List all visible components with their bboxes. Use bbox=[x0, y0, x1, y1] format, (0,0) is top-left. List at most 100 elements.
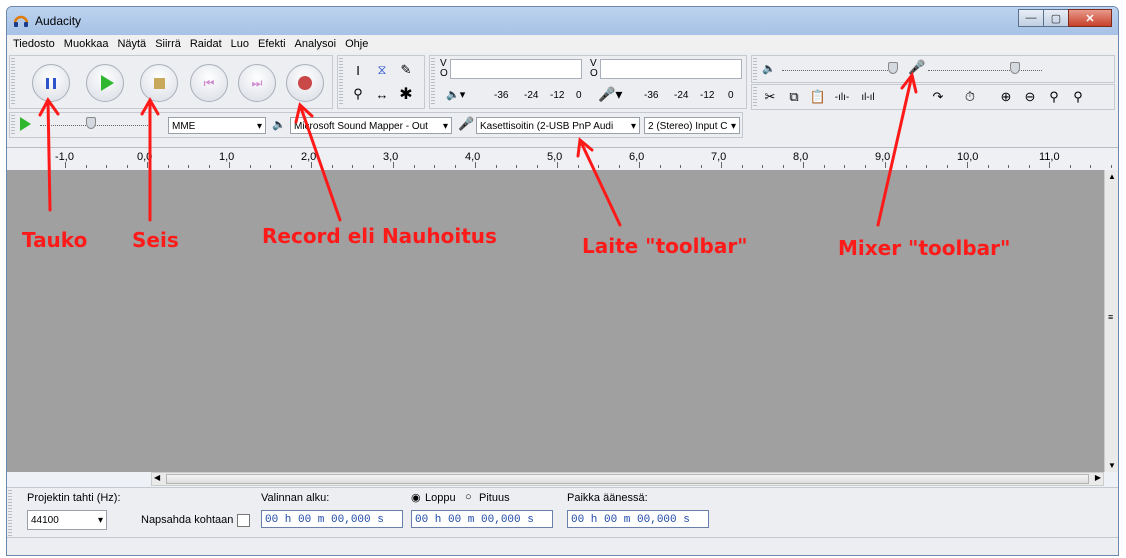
selection-start-label: Valinnan alku: bbox=[261, 492, 330, 504]
menu-tiedosto[interactable]: Tiedosto bbox=[13, 38, 55, 50]
audio-position-label: Paikka äänessä: bbox=[567, 492, 648, 504]
audio-host-select[interactable]: MME bbox=[168, 117, 266, 134]
copy-icon[interactable]: ⧉ bbox=[784, 87, 804, 107]
menu-efekti[interactable]: Efekti bbox=[258, 38, 286, 50]
menu-ohje[interactable]: Ohje bbox=[345, 38, 368, 50]
ruler-tick bbox=[536, 165, 538, 168]
zoom-out-icon[interactable]: ⊖ bbox=[1020, 87, 1040, 107]
meter-toolbar: V O V O 🔈▾ -36 -24 -12 0 🎤▾ -36 -24 -12 … bbox=[429, 55, 747, 109]
toolbar-grip[interactable] bbox=[339, 58, 343, 106]
fit-selection-icon[interactable]: ⚲ bbox=[1044, 87, 1064, 107]
scroll-up-icon[interactable]: ▲ bbox=[1108, 172, 1116, 181]
output-volume-slider[interactable] bbox=[782, 70, 896, 71]
maximize-button[interactable]: ▢ bbox=[1043, 9, 1069, 27]
toolbar-grip[interactable] bbox=[11, 58, 15, 106]
snap-to-checkbox[interactable] bbox=[237, 514, 250, 527]
stop-button[interactable] bbox=[140, 64, 178, 102]
meter-scale-12: -12 bbox=[550, 90, 565, 101]
track-area[interactable] bbox=[7, 170, 1104, 472]
ruler-tick bbox=[475, 162, 476, 168]
ruler-tick bbox=[249, 165, 251, 168]
vertical-scrollbar[interactable]: ▲ ≡ ▼ bbox=[1104, 170, 1118, 472]
fit-project-icon[interactable]: ⚲ bbox=[1068, 87, 1088, 107]
device-toolbar: MME 🔈 Microsoft Sound Mapper - Out 🎤 Kas… bbox=[9, 112, 743, 138]
audacity-app-icon bbox=[13, 15, 29, 27]
input-volume-thumb[interactable] bbox=[1010, 62, 1020, 74]
scroll-down-icon[interactable]: ▼ bbox=[1108, 461, 1116, 470]
cut-icon[interactable]: ✂ bbox=[760, 87, 780, 107]
ruler-tick bbox=[659, 165, 661, 168]
play-button[interactable] bbox=[86, 64, 124, 102]
silence-icon[interactable]: ıl-ıl bbox=[858, 87, 878, 107]
ruler-tick bbox=[147, 162, 148, 168]
project-rate-label: Projektin tahti (Hz): bbox=[27, 492, 121, 504]
status-bar bbox=[7, 537, 1118, 555]
sync-lock-icon[interactable]: ⏱ bbox=[960, 87, 980, 107]
horizontal-scroll-thumb[interactable] bbox=[166, 474, 1089, 484]
toolbar-grip[interactable] bbox=[11, 115, 15, 135]
speaker-icon[interactable]: 🔈▾ bbox=[446, 88, 465, 101]
scroll-left-icon[interactable]: ◀ bbox=[154, 473, 160, 482]
menu-raidat[interactable]: Raidat bbox=[190, 38, 222, 50]
skip-start-button[interactable]: ⏮ bbox=[190, 64, 228, 102]
pause-icon bbox=[46, 77, 56, 89]
skip-end-button[interactable]: ⏭ bbox=[238, 64, 276, 102]
ruler-tick bbox=[393, 162, 394, 168]
ruler-tick bbox=[413, 165, 415, 168]
ruler-tick bbox=[987, 165, 989, 168]
toolbar-grip[interactable] bbox=[431, 58, 435, 106]
menu-siirra[interactable]: Siirrä bbox=[155, 38, 181, 50]
selection-tool-icon[interactable]: I bbox=[348, 60, 368, 80]
ruler-tick-label: 0,0 bbox=[137, 151, 153, 163]
microphone-icon[interactable]: 🎤▾ bbox=[598, 86, 622, 103]
multi-tool-icon[interactable]: ✱ bbox=[396, 84, 416, 104]
input-device-select[interactable]: Kasettisoitin (2-USB PnP Audi bbox=[476, 117, 640, 134]
paste-icon[interactable]: 📋 bbox=[808, 87, 828, 107]
end-radio[interactable]: ◉ bbox=[411, 491, 421, 504]
pause-button[interactable] bbox=[32, 64, 70, 102]
play-speed-thumb[interactable] bbox=[86, 117, 96, 129]
length-radio[interactable]: ○ bbox=[465, 491, 472, 503]
ruler-tick bbox=[1110, 165, 1112, 168]
record-meter[interactable] bbox=[600, 59, 742, 79]
toolbar-grip[interactable] bbox=[753, 87, 757, 107]
timeshift-tool-icon[interactable]: ↔ bbox=[372, 84, 392, 104]
redo-icon[interactable]: ↷ bbox=[928, 87, 948, 107]
selection-end-time[interactable]: 00 h 00 m 00,000 s bbox=[411, 510, 553, 528]
menu-muokkaa[interactable]: Muokkaa bbox=[64, 38, 109, 50]
input-volume-slider[interactable] bbox=[928, 70, 1042, 71]
menu-luo[interactable]: Luo bbox=[231, 38, 249, 50]
draw-tool-icon[interactable]: ✎ bbox=[396, 60, 416, 80]
ruler-tick bbox=[1069, 165, 1071, 168]
menu-analysoi[interactable]: Analysoi bbox=[295, 38, 337, 50]
toolbar-grip[interactable] bbox=[753, 58, 757, 80]
title-bar: Audacity — ▢ ✕ bbox=[7, 7, 1118, 35]
project-rate-select[interactable]: 44100 bbox=[27, 510, 107, 530]
menu-nayta[interactable]: Näytä bbox=[117, 38, 146, 50]
output-volume-thumb[interactable] bbox=[888, 62, 898, 74]
toolbar-grip[interactable] bbox=[8, 490, 12, 536]
timeline-ruler[interactable]: -1,0 0,0 1,0 2,0 3,0 4,0 5,0 6,0 7,0 8,0 9,0 10,0 11… bbox=[7, 148, 1118, 171]
mixer-toolbar: 🔈 🎤 bbox=[751, 55, 1115, 83]
horizontal-scrollbar[interactable]: ◀ ▶ bbox=[151, 472, 1104, 486]
trim-icon[interactable]: -ılı- bbox=[832, 87, 852, 107]
output-device-select[interactable]: Microsoft Sound Mapper - Out bbox=[290, 117, 452, 134]
meter-o-label: O bbox=[440, 68, 448, 79]
minimize-button[interactable]: — bbox=[1018, 9, 1044, 27]
selection-start-time[interactable]: 00 h 00 m 00,000 s bbox=[261, 510, 403, 528]
ruler-tick bbox=[495, 165, 497, 168]
ruler-tick bbox=[454, 165, 456, 168]
close-button[interactable]: ✕ bbox=[1068, 9, 1112, 27]
zoom-tool-icon[interactable]: ⚲ bbox=[348, 84, 368, 104]
input-channels-select[interactable]: 2 (Stereo) Input C bbox=[644, 117, 740, 134]
play-at-speed-icon[interactable] bbox=[20, 117, 31, 131]
scroll-grip-icon: ≡ bbox=[1108, 312, 1114, 322]
audio-position-time[interactable]: 00 h 00 m 00,000 s bbox=[567, 510, 709, 528]
envelope-tool-icon[interactable]: ⧖ bbox=[372, 60, 392, 80]
record-button[interactable] bbox=[286, 64, 324, 102]
playback-meter[interactable] bbox=[450, 59, 582, 79]
zoom-in-icon[interactable]: ⊕ bbox=[996, 87, 1016, 107]
ruler-tick bbox=[331, 165, 333, 168]
scroll-right-icon[interactable]: ▶ bbox=[1095, 473, 1101, 482]
ruler-tick bbox=[885, 162, 886, 168]
